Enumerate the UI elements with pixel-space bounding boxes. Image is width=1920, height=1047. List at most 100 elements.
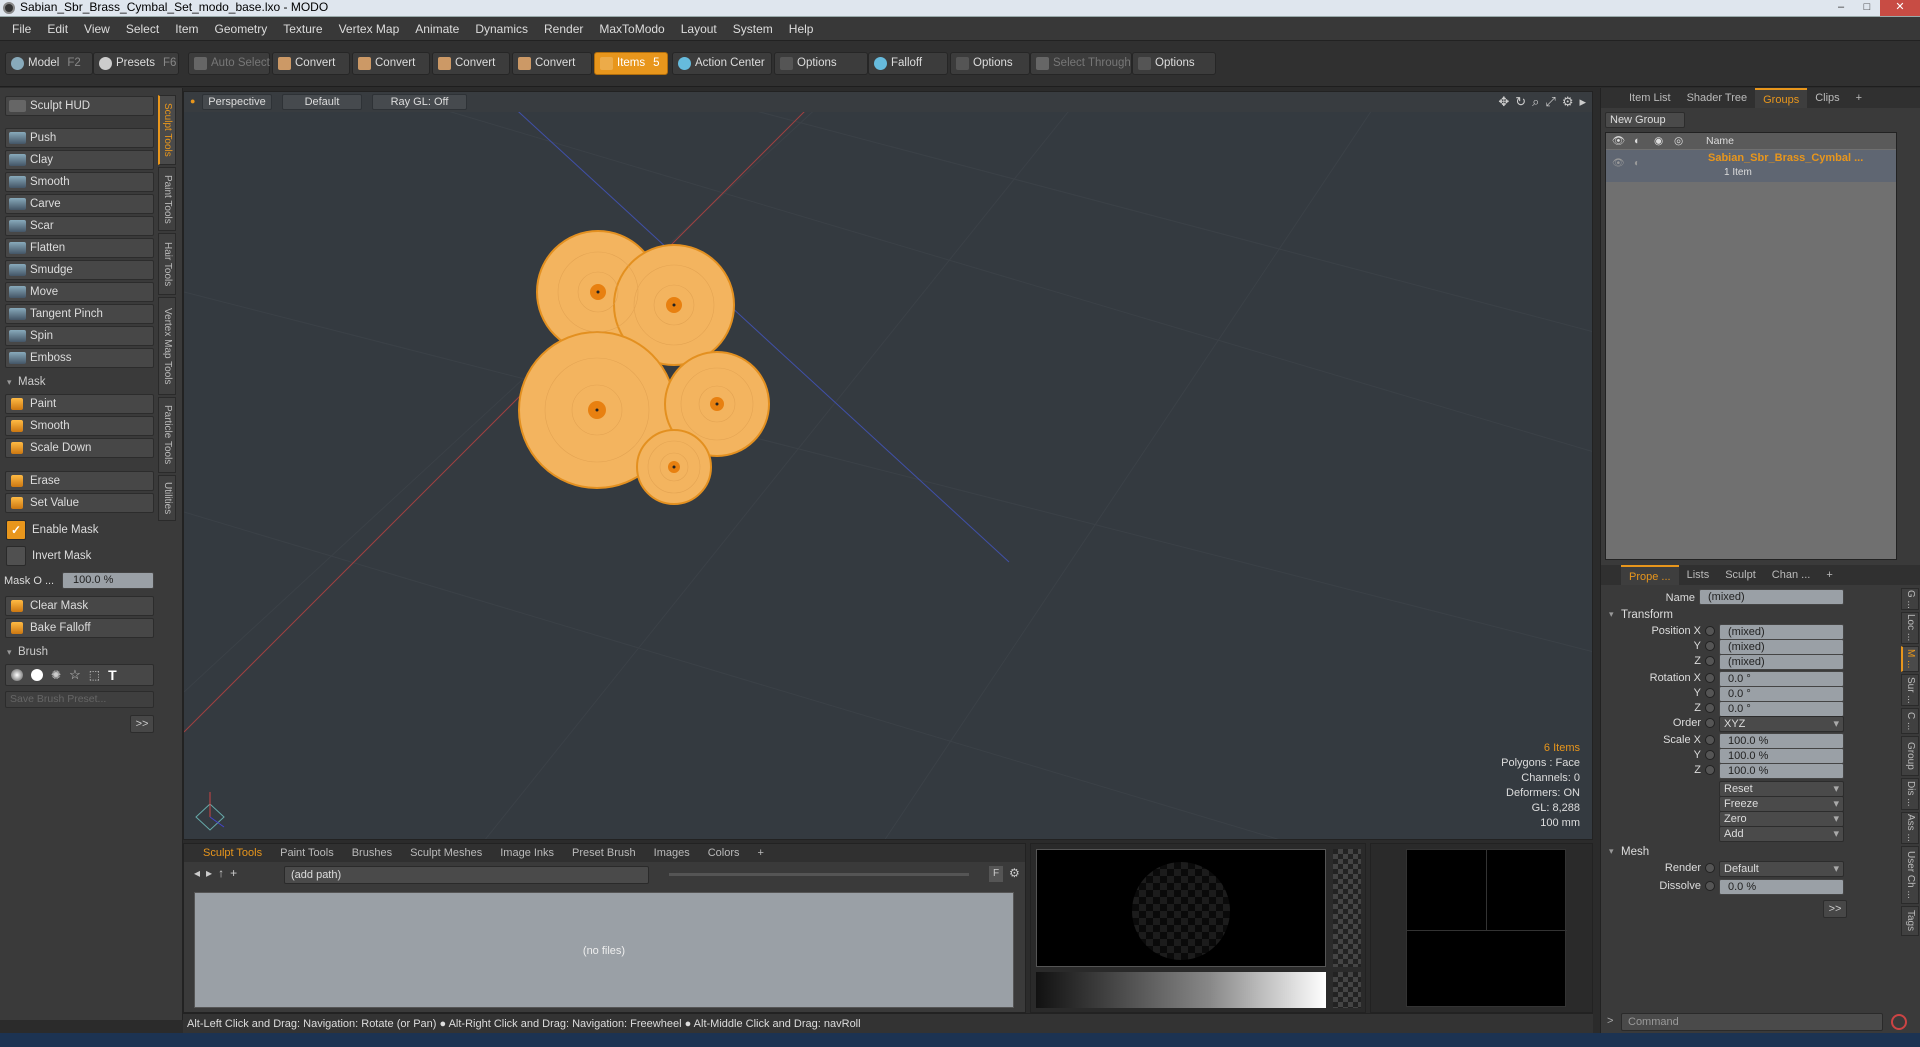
minimize-button[interactable]: – <box>1828 0 1854 16</box>
keyframe-dot[interactable] <box>1705 673 1715 683</box>
tab-shader-tree[interactable]: Shader Tree <box>1679 88 1756 108</box>
keyframe-dot[interactable] <box>1705 703 1715 713</box>
keyframe-dot[interactable] <box>1705 735 1715 745</box>
add-tab-button[interactable]: + <box>1848 88 1870 108</box>
maximize-icon[interactable]: ⤢ <box>1545 94 1555 110</box>
name-field[interactable]: (mixed) <box>1699 589 1844 605</box>
keyframe-dot[interactable] <box>1705 863 1715 873</box>
reset-dropdown[interactable]: Reset <box>1719 781 1844 797</box>
side-tab-m[interactable]: M ... <box>1901 646 1919 672</box>
items-mode-button[interactable]: Items 5 <box>594 52 668 75</box>
falloff-options-button[interactable]: Options <box>950 52 1030 75</box>
view-type-button[interactable]: Perspective <box>202 94 272 110</box>
mask-smooth-tool[interactable]: Smooth <box>5 416 154 436</box>
convert-vertices-button[interactable]: Convert <box>272 52 350 75</box>
up-folder-icon[interactable]: ↑ <box>218 866 224 880</box>
tab-item-list[interactable]: Item List <box>1621 88 1679 108</box>
pan-icon[interactable]: ✥ <box>1498 94 1509 110</box>
mesh-section[interactable]: Mesh <box>1609 846 1649 858</box>
file-list-area[interactable]: (no files) <box>194 892 1014 1008</box>
tab-brushes[interactable]: Brushes <box>343 844 401 862</box>
group-row[interactable]: 👁 ◐ Sabian_Sbr_Brass_Cymbal ... 1 Item <box>1606 150 1896 182</box>
action-center-options-button[interactable]: Options <box>774 52 868 75</box>
move-tool[interactable]: Move <box>5 282 154 302</box>
soft-brush-icon[interactable] <box>11 669 23 681</box>
select-through-button[interactable]: Select Through <box>1030 52 1132 75</box>
scale-z-field[interactable]: 100.0 % <box>1719 763 1844 779</box>
smudge-tool[interactable]: Smudge <box>5 260 154 280</box>
tab-vertex-map-tools[interactable]: Vertex Map Tools <box>158 297 176 395</box>
star-brush-icon[interactable]: ☆ <box>69 667 81 683</box>
select-icon[interactable]: ◎ <box>1674 133 1683 149</box>
arrow-right-icon[interactable]: ▸ <box>1579 94 1586 110</box>
menu-dynamics[interactable]: Dynamics <box>467 22 536 36</box>
side-tab-loc[interactable]: Loc ... <box>1901 612 1919 644</box>
menu-file[interactable]: File <box>4 22 39 36</box>
maximize-button[interactable]: □ <box>1854 0 1880 16</box>
group-name[interactable]: Sabian_Sbr_Brass_Cymbal ... <box>1708 152 1863 164</box>
menu-maxtomodo[interactable]: MaxToModo <box>591 22 672 36</box>
tab-hair-tools[interactable]: Hair Tools <box>158 233 176 295</box>
keyframe-dot[interactable] <box>1705 641 1715 651</box>
menu-help[interactable]: Help <box>781 22 822 36</box>
side-tab-user-channels[interactable]: User Ch ... <box>1901 846 1919 904</box>
new-group-button[interactable]: New Group <box>1605 112 1685 128</box>
add-dropdown[interactable]: Add <box>1719 826 1844 842</box>
menu-vertex-map[interactable]: Vertex Map <box>331 22 408 36</box>
side-tab-c[interactable]: C ... <box>1901 708 1919 734</box>
falloff-button[interactable]: Falloff <box>868 52 948 75</box>
render-icon[interactable]: ◐ <box>1634 133 1640 149</box>
tab-image-inks[interactable]: Image Inks <box>491 844 563 862</box>
tab-sculpt[interactable]: Sculpt <box>1717 565 1764 585</box>
keyframe-dot[interactable] <box>1705 881 1715 891</box>
enable-mask-checkbox[interactable]: ✓ <box>6 520 26 540</box>
model-layout-button[interactable]: Model F2 <box>5 52 93 75</box>
tab-sculpt-tools[interactable]: Sculpt Tools <box>194 844 271 862</box>
convert-edges-button[interactable]: Convert <box>352 52 430 75</box>
shading-button[interactable]: Default <box>282 94 362 110</box>
smooth-tool[interactable]: Smooth <box>5 172 154 192</box>
tab-preset-brush[interactable]: Preset Brush <box>563 844 645 862</box>
command-input[interactable]: Command <box>1621 1013 1883 1031</box>
scar-tool[interactable]: Scar <box>5 216 154 236</box>
row-visibility-icon[interactable]: 👁 <box>1612 158 1625 169</box>
viewport-menu-icon[interactable]: ● <box>190 96 195 106</box>
hard-brush-icon[interactable] <box>31 669 43 681</box>
add-path-icon[interactable]: + <box>230 866 237 880</box>
spin-tool[interactable]: Spin <box>5 326 154 346</box>
menu-item[interactable]: Item <box>167 22 206 36</box>
dissolve-field[interactable]: 0.0 % <box>1719 879 1844 895</box>
save-brush-preset-button[interactable]: Save Brush Preset... <box>5 691 154 708</box>
tab-lists[interactable]: Lists <box>1679 565 1718 585</box>
presets-button[interactable]: Presets F6 <box>93 52 179 75</box>
render-dropdown[interactable]: Default <box>1719 861 1844 877</box>
mask-erase-tool[interactable]: Erase <box>5 471 154 491</box>
keyframe-dot[interactable] <box>1705 626 1715 636</box>
zero-dropdown[interactable]: Zero <box>1719 811 1844 827</box>
rotate-icon[interactable]: ↻ <box>1515 94 1526 110</box>
menu-layout[interactable]: Layout <box>673 22 725 36</box>
tab-channels[interactable]: Chan ... <box>1764 565 1819 585</box>
lock-icon[interactable]: ◉ <box>1654 133 1663 149</box>
keyframe-dot[interactable] <box>1705 656 1715 666</box>
freeze-dropdown[interactable]: Freeze <box>1719 796 1844 812</box>
convert-materials-button[interactable]: Convert <box>512 52 592 75</box>
forward-arrow-icon[interactable]: ▸ <box>206 866 212 880</box>
menu-animate[interactable]: Animate <box>407 22 467 36</box>
mask-section-header[interactable]: Mask <box>4 374 154 390</box>
splatter-brush-icon[interactable]: ✺ <box>51 668 61 682</box>
position-y-field[interactable]: (mixed) <box>1719 639 1844 655</box>
tab-images[interactable]: Images <box>645 844 699 862</box>
mask-opacity-field[interactable]: 100.0 % <box>62 572 154 589</box>
keyframe-dot[interactable] <box>1705 718 1715 728</box>
close-button[interactable]: ✕ <box>1880 0 1920 16</box>
add-tab-button[interactable]: + <box>749 844 773 862</box>
side-tab-sur[interactable]: Sur ... <box>1901 674 1919 706</box>
path-select[interactable]: (add path) <box>284 866 649 884</box>
transform-section[interactable]: Transform <box>1609 609 1673 621</box>
row-render-icon[interactable]: ◐ <box>1634 158 1640 169</box>
custom-brush-icon[interactable]: ⬚ <box>89 668 100 682</box>
menu-texture[interactable]: Texture <box>275 22 330 36</box>
carve-tool[interactable]: Carve <box>5 194 154 214</box>
menu-select[interactable]: Select <box>118 22 167 36</box>
